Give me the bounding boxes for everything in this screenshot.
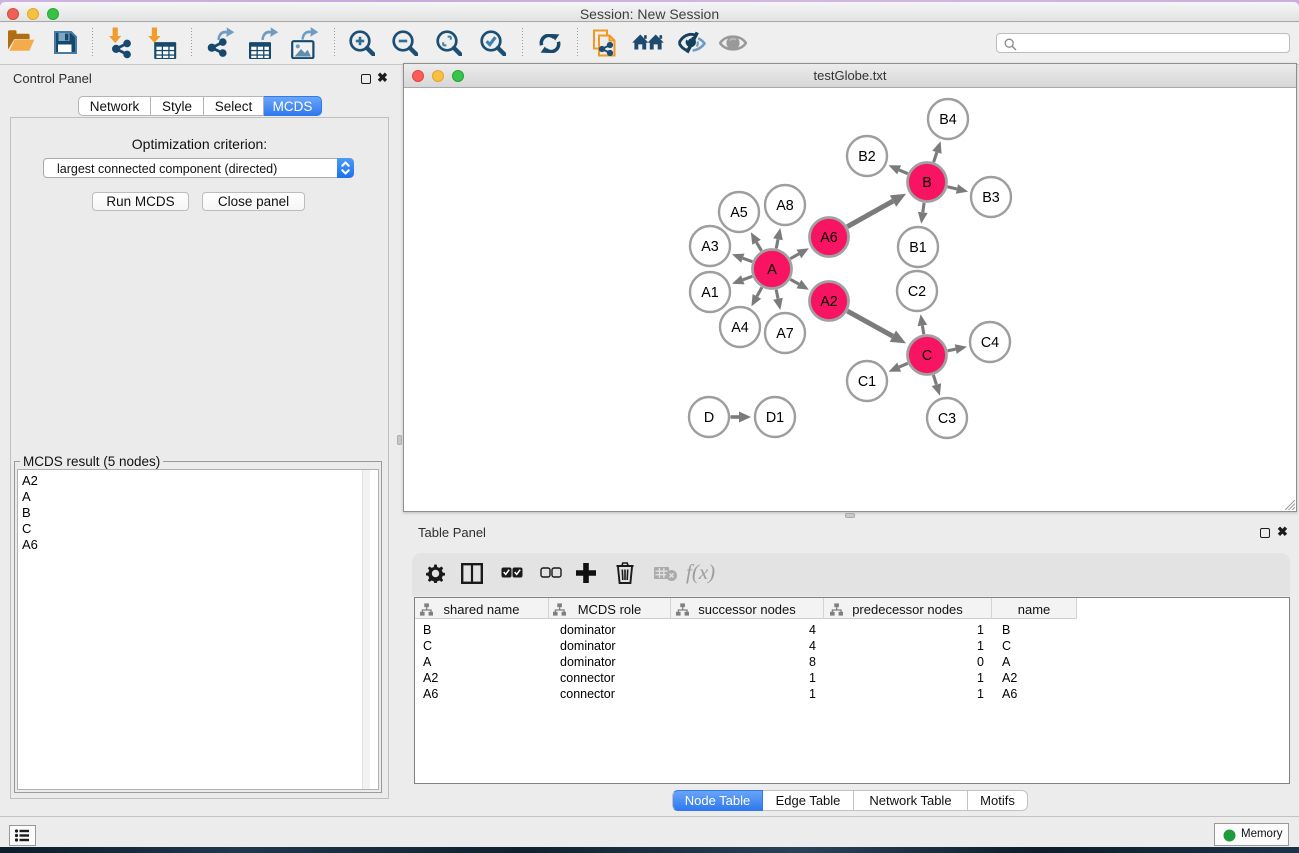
svg-text:B1: B1 bbox=[909, 240, 927, 256]
svg-text:C4: C4 bbox=[981, 335, 999, 351]
svg-text:C: C bbox=[922, 348, 932, 364]
svg-text:A1: A1 bbox=[701, 285, 719, 301]
svg-text:C3: C3 bbox=[938, 411, 956, 427]
svg-text:C1: C1 bbox=[858, 374, 876, 390]
svg-text:A: A bbox=[767, 262, 777, 278]
svg-text:C2: C2 bbox=[908, 284, 926, 300]
svg-text:A6: A6 bbox=[820, 230, 838, 246]
svg-text:D1: D1 bbox=[766, 410, 784, 426]
svg-text:A4: A4 bbox=[731, 320, 749, 336]
svg-text:B2: B2 bbox=[858, 149, 876, 165]
svg-text:B4: B4 bbox=[939, 112, 957, 128]
svg-text:A7: A7 bbox=[776, 326, 794, 342]
svg-text:B3: B3 bbox=[982, 190, 1000, 206]
svg-text:A5: A5 bbox=[730, 205, 748, 221]
svg-text:A3: A3 bbox=[701, 239, 719, 255]
svg-text:A2: A2 bbox=[820, 294, 838, 310]
svg-text:B: B bbox=[922, 175, 932, 191]
svg-text:D: D bbox=[704, 410, 714, 426]
svg-text:A8: A8 bbox=[776, 198, 794, 214]
